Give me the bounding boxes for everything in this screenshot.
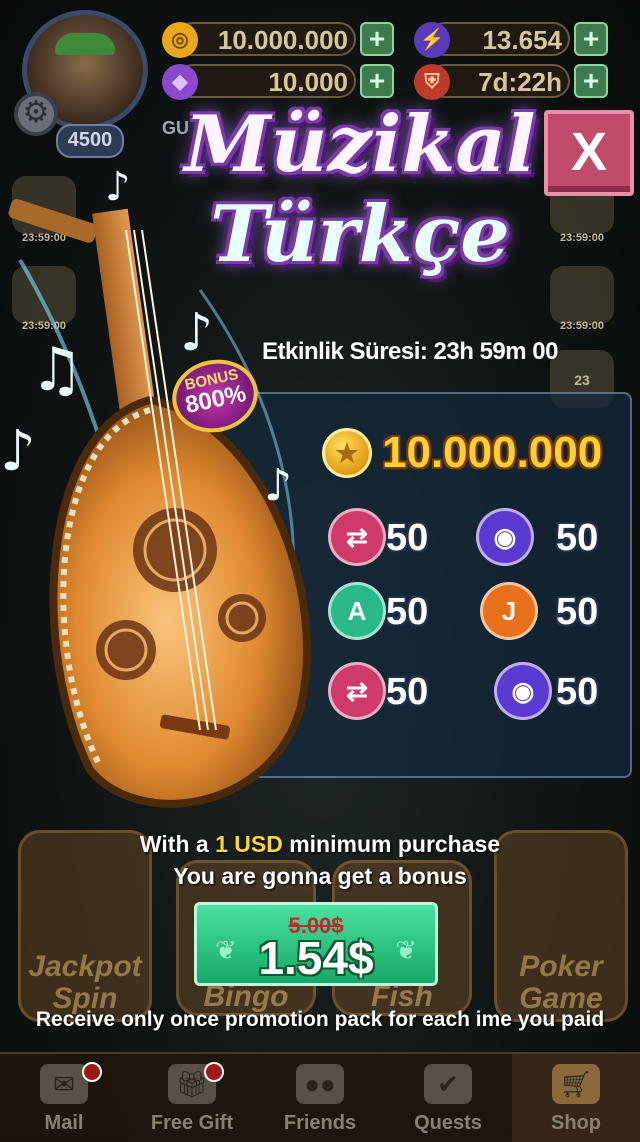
nav-friends[interactable]: ●● Friends [256, 1054, 384, 1142]
coin-icon: ◎ [162, 22, 198, 58]
coin-reward-amount: 10.000.000 [382, 428, 603, 477]
reward-item-qty: 50 [386, 517, 429, 559]
reward-item-qty: 50 [556, 671, 599, 713]
nav-label: Shop [551, 1112, 601, 1134]
nav-shop[interactable]: 🛒︎ Shop [512, 1054, 640, 1142]
level-badge: 4500 [56, 124, 124, 158]
gem-balance: ◆ 10.000 [162, 64, 356, 100]
lightning-icon: ⚡ [414, 22, 450, 58]
add-energy-button[interactable]: + [574, 22, 608, 56]
shield-icon: ⛨ [414, 64, 450, 100]
swap-cards-icon: ⇄ [328, 508, 386, 566]
gem-balance-value: 10.000 [268, 67, 348, 97]
buy-button[interactable]: ❦ ❦ 5.00$ 1.54$ [194, 902, 438, 986]
energy-balance-value: 13.654 [482, 25, 562, 55]
purchase-line-1-post: minimum purchase [282, 831, 501, 857]
nav-mail[interactable]: ✉ Mail [0, 1054, 128, 1142]
tile-label: Jackpot Spin [28, 950, 142, 1015]
energy-balance: ⚡ 13.654 [414, 22, 570, 58]
quests-icon: ✔ [424, 1064, 472, 1104]
svg-text:♪: ♪ [264, 460, 292, 511]
gem-icon: ◆ [162, 64, 198, 100]
coin-balance: ◎ 10.000.000 [162, 22, 356, 58]
coin-balance-value: 10.000.000 [217, 25, 348, 55]
nav-label: Friends [283, 1112, 357, 1134]
svg-text:♪: ♪ [180, 303, 213, 363]
reward-item-qty: 50 [386, 591, 429, 633]
purchase-line-2: You are gonna get a bonus [173, 863, 467, 889]
purchase-info: With a 1 USD minimum purchase You are go… [120, 828, 520, 892]
settings-gear-icon[interactable]: ⚙ [14, 92, 58, 136]
purchase-line-1: With a 1 USD minimum purchase [120, 828, 520, 860]
svg-text:♪: ♪ [105, 170, 131, 210]
jackpot-percent-icon: J [480, 582, 538, 640]
shield-timer: ⛨ 7d:22h [414, 64, 570, 100]
swap-cards-icon: ⇄ [328, 662, 386, 720]
shop-cart-icon: 🛒︎ [552, 1064, 600, 1104]
add-coins-button[interactable]: + [360, 22, 394, 56]
reward-item-qty: 50 [556, 591, 599, 633]
nav-label: Quests [414, 1112, 482, 1134]
add-gems-button[interactable]: + [360, 64, 394, 98]
notification-dot [204, 1062, 224, 1082]
new-price: 1.54$ [258, 932, 374, 984]
promotion-note: Receive only once promotion pack for eac… [35, 1008, 605, 1031]
friends-icon: ●● [296, 1064, 344, 1104]
nav-quests[interactable]: ✔ Quests [384, 1054, 512, 1142]
purchase-line-1-pre: With a [139, 831, 216, 857]
shield-timer-value: 7d:22h [478, 67, 562, 97]
nav-label: Mail [44, 1112, 84, 1134]
title-line-2: Türkçe [210, 189, 510, 280]
svg-text:♪: ♪ [0, 419, 36, 484]
event-duration: Etkinlik Süresi: 23h 59m 00 [262, 338, 558, 365]
coin-star-icon: ★ [322, 428, 372, 478]
close-button[interactable]: X [544, 110, 634, 196]
mail-icon: ✉ [40, 1064, 88, 1104]
purchase-min-amount: 1 USD [215, 831, 283, 857]
reward-item-qty: 50 [386, 671, 429, 713]
nav-label: Free Gift [150, 1112, 234, 1134]
event-title: Müzikal Türkçe [180, 100, 540, 280]
bottom-nav: ✉ Mail 🎁︎ Free Gift ●● Friends ✔ Quests … [0, 1052, 640, 1142]
side-badge: 23 [574, 372, 590, 388]
side-timer: 23:59:00 [559, 320, 605, 332]
top-bar: ⚙ 4500 ◎ 10.000.000 + ⚡ 13.654 + ◆ 10.00… [0, 0, 640, 158]
side-safe-icon [550, 266, 614, 324]
eye-icon: ◉ [476, 508, 534, 566]
add-shield-button[interactable]: + [574, 64, 608, 98]
svg-text:♫: ♫ [30, 335, 84, 405]
eye-gear-icon: ◉ [494, 662, 552, 720]
notification-dot [82, 1062, 102, 1082]
reward-item-qty: 50 [556, 517, 599, 559]
title-line-1: Müzikal [184, 99, 536, 190]
tile-label: Poker Game [519, 950, 603, 1015]
side-timer: 23:59:00 [559, 232, 605, 244]
auto-spin-icon: A [328, 582, 386, 640]
nav-free-gift[interactable]: 🎁︎ Free Gift [128, 1054, 256, 1142]
